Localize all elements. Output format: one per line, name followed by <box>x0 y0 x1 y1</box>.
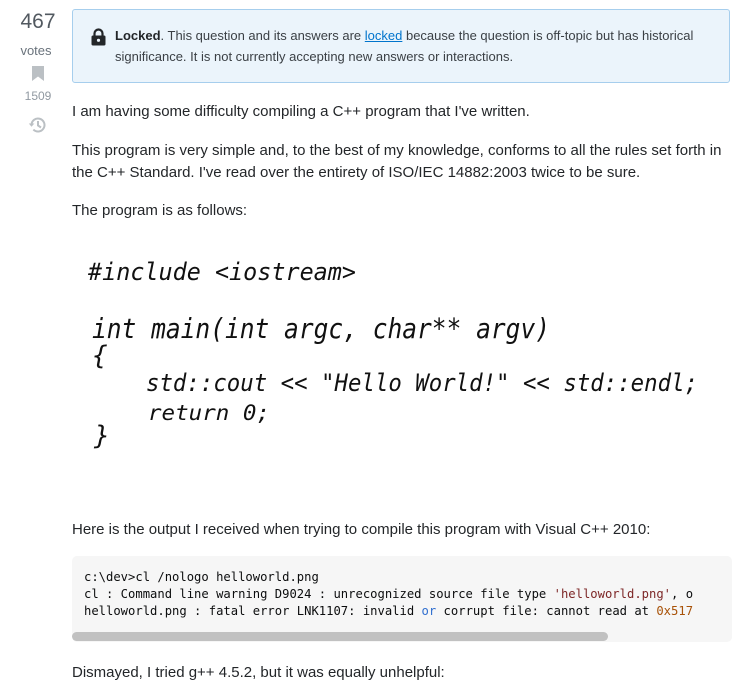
handwriting-line-4: std::cout << "Hello World!" << std::endl… <box>146 369 698 397</box>
bookmark-icon[interactable] <box>32 66 44 81</box>
handwriting-line-6: } <box>93 421 110 451</box>
post-paragraph-3: The program is as follows: <box>72 202 248 219</box>
history-icon[interactable] <box>28 115 48 135</box>
code-line-3-number: 0x517 <box>656 604 694 618</box>
lock-icon <box>91 28 106 46</box>
locked-title: Locked <box>115 28 161 43</box>
code-line-3-a: helloworld.png : fatal error LNK1107: in… <box>84 604 422 618</box>
post-paragraph-5: Dismayed, I tried g++ 4.5.2, but it was … <box>72 664 445 681</box>
code-line-3-b: corrupt file: cannot read at <box>436 604 657 618</box>
post-paragraph-1: I am having some difficulty compiling a … <box>72 103 530 120</box>
locked-text-before: . This question and its answers are <box>160 28 365 43</box>
code-line-2-string: 'helloworld.png' <box>553 587 672 601</box>
post-paragraph-4: Here is the output I received when tryin… <box>72 521 651 538</box>
locked-notice: Locked. This question and its answers ar… <box>72 9 730 83</box>
horizontal-scrollbar[interactable] <box>72 632 608 641</box>
handwritten-code-image: #include <iostream> int main(int argc, c… <box>87 258 698 451</box>
handwriting-line-1: #include <iostream> <box>87 258 356 286</box>
bookmark-count: 1509 <box>24 89 52 103</box>
code-line-2-b: , o <box>671 587 694 601</box>
code-output: c:\dev>cl /nologo helloworld.png cl : Co… <box>72 556 732 620</box>
code-line-3-keyword: or <box>421 604 437 618</box>
handwriting-line-2: int main(int argc, char** argv) <box>92 312 550 345</box>
locked-notice-text: Locked. This question and its answers ar… <box>115 25 715 67</box>
post-paragraph-2: This program is very simple and, to the … <box>72 142 722 181</box>
vote-count: 467 <box>20 10 56 33</box>
handwriting-line-3: { <box>92 341 108 371</box>
locked-link[interactable]: locked <box>365 28 403 43</box>
code-block[interactable]: c:\dev>cl /nologo helloworld.png cl : Co… <box>72 556 732 642</box>
handwriting-line-5: return 0; <box>148 401 270 425</box>
vote-label: votes <box>20 43 52 58</box>
code-line-1: c:\dev>cl /nologo helloworld.png <box>84 570 319 584</box>
code-line-2-a: cl : Command line warning D9024 : unreco… <box>84 587 554 601</box>
